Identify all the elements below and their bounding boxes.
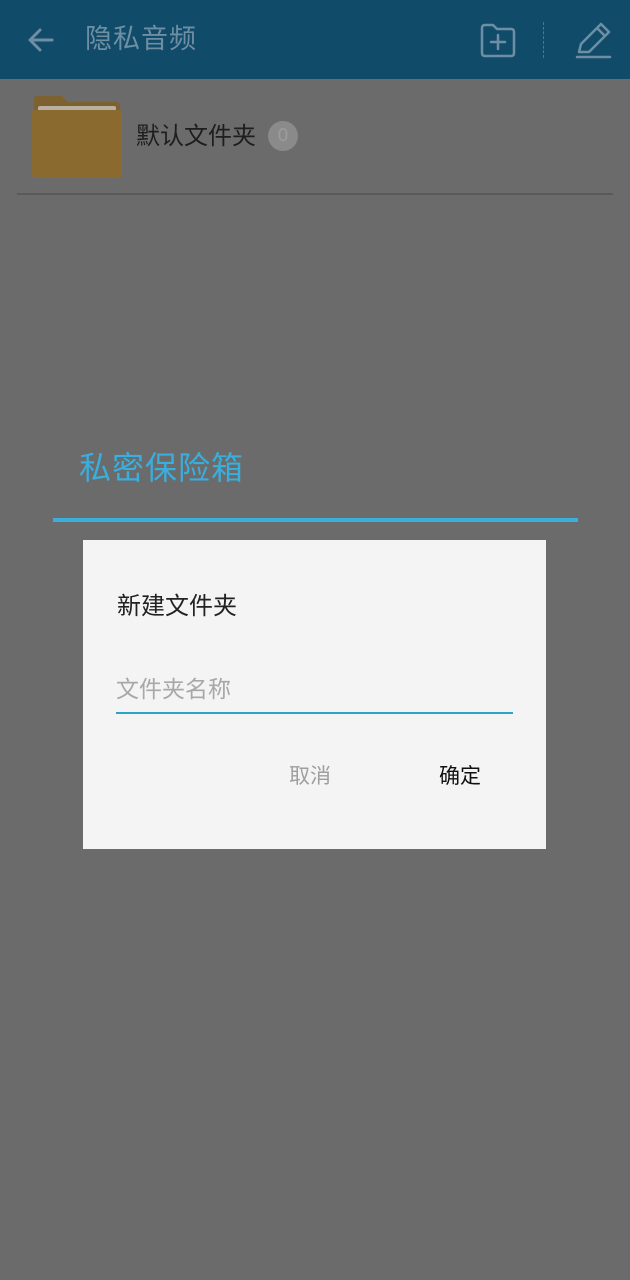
folder-plus-icon [480, 23, 516, 58]
arrow-left-icon [28, 28, 54, 52]
page-title: 隐私音频 [85, 24, 197, 55]
folder-count-badge: 0 [268, 121, 298, 151]
pencil-icon [575, 22, 612, 59]
confirm-button[interactable]: 确定 [425, 754, 495, 798]
edit-button[interactable] [570, 17, 616, 63]
folder-name-input[interactable] [116, 668, 513, 714]
dialog-title: 新建文件夹 [117, 592, 237, 620]
toolbar-divider [543, 22, 544, 58]
vault-dialog-title: 私密保险箱 [79, 449, 245, 487]
folder-icon [32, 96, 122, 178]
app-bar: 隐私音频 [0, 0, 630, 79]
vault-title-divider [53, 518, 578, 522]
folder-name: 默认文件夹 [136, 122, 256, 150]
folder-list-item[interactable]: 默认文件夹 0 [17, 79, 613, 193]
new-folder-dialog: 新建文件夹 取消 确定 [83, 540, 546, 849]
back-button[interactable] [20, 20, 62, 60]
cancel-button[interactable]: 取消 [275, 754, 345, 798]
new-folder-button[interactable] [475, 17, 521, 63]
list-divider [17, 193, 613, 195]
